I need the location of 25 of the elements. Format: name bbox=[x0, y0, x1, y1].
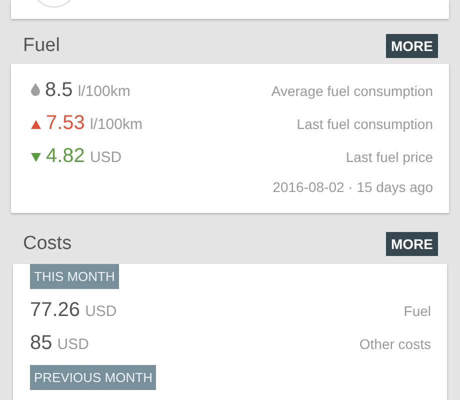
more-button[interactable]: MORE bbox=[386, 232, 438, 256]
period-tag: THIS MONTH bbox=[30, 264, 119, 289]
cost-value: 77.26 bbox=[30, 299, 80, 322]
unit-label: USD bbox=[85, 303, 117, 320]
more-button[interactable]: MORE bbox=[386, 34, 438, 58]
unit-label: USD bbox=[57, 336, 89, 353]
section-title: Fuel bbox=[23, 35, 60, 57]
unit-label: l/100km bbox=[90, 116, 142, 133]
down-triangle-icon bbox=[31, 153, 41, 162]
up-triangle-icon bbox=[31, 120, 41, 129]
period-tag: PREVIOUS MONTH bbox=[30, 365, 156, 390]
unit-label: USD bbox=[90, 149, 122, 166]
drop-icon bbox=[31, 83, 40, 96]
date-label: 2016-08-02 · 15 days ago bbox=[272, 179, 433, 195]
row-label: Other costs bbox=[359, 336, 431, 352]
fuel-value: 7.53 bbox=[46, 112, 85, 135]
row-label: Average fuel consumption bbox=[271, 82, 433, 98]
fuel-value: 8.5 bbox=[45, 79, 73, 102]
fuel-value: 4.82 bbox=[46, 145, 85, 168]
section-title: Costs bbox=[23, 233, 72, 255]
row-label: Last fuel consumption bbox=[296, 116, 433, 132]
cost-value: 85 bbox=[30, 332, 52, 355]
row-label: Fuel bbox=[404, 302, 431, 318]
row-label: Last fuel price bbox=[346, 148, 433, 164]
unit-label: l/100km bbox=[78, 83, 130, 100]
